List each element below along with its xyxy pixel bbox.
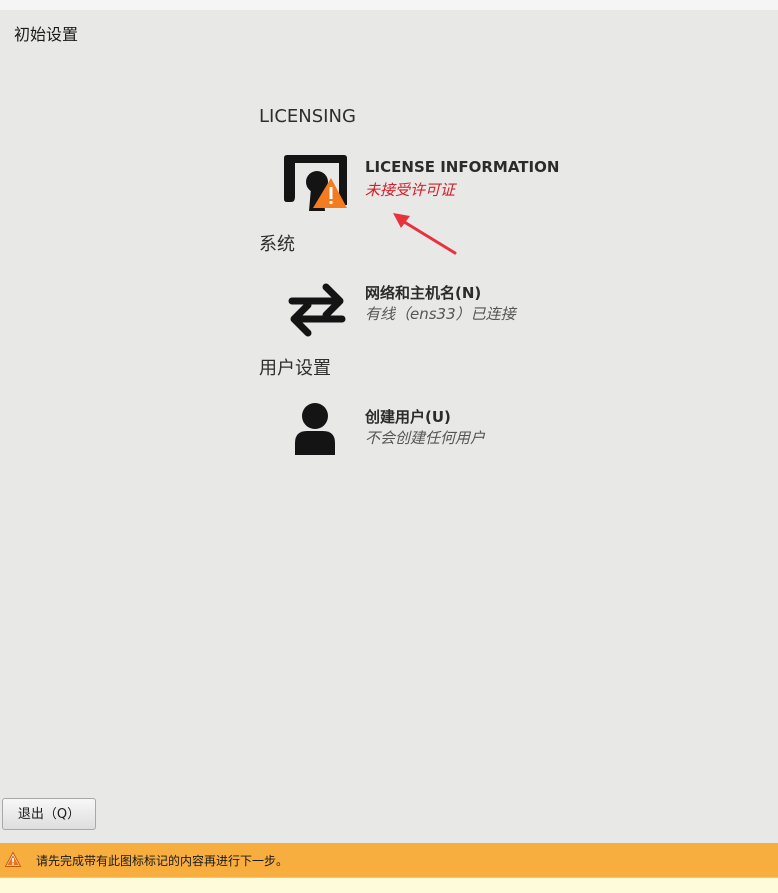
spoke-create-user[interactable]: 创建用户(U) 不会创建任何用户: [284, 403, 624, 465]
quit-button[interactable]: 退出（Q）: [2, 798, 96, 830]
spoke-network-hostname[interactable]: 网络和主机名(N) 有线（ens33）已连接: [284, 279, 624, 341]
network-arrows-icon: [288, 283, 346, 337]
section-title-user-settings: 用户设置: [259, 358, 331, 379]
license-warning-icon: [284, 155, 347, 211]
initial-setup-window: 初始设置 LICENSING LICENSE INFORMATION 未接受许可…: [0, 10, 778, 843]
top-strip: [0, 0, 778, 10]
spoke-title-license: LICENSE INFORMATION: [365, 158, 560, 176]
section-title-licensing: LICENSING: [259, 106, 356, 127]
infobar-message: 请先完成带有此图标标记的内容再进行下一步。: [36, 854, 289, 868]
user-icon: [295, 403, 335, 455]
window-title: 初始设置: [14, 25, 79, 44]
spoke-status-network: 有线（ens33）已连接: [365, 305, 516, 323]
bottom-strip: [0, 877, 778, 893]
section-title-system: 系统: [259, 234, 295, 255]
spoke-status-user: 不会创建任何用户: [365, 429, 486, 447]
warning-infobar: 请先完成带有此图标标记的内容再进行下一步。: [0, 843, 778, 877]
warning-icon: [5, 852, 21, 867]
annotation-arrow-icon: [393, 213, 457, 255]
spoke-license-information[interactable]: LICENSE INFORMATION 未接受许可证: [284, 155, 624, 217]
spoke-title-user: 创建用户(U): [365, 408, 451, 426]
spoke-title-network: 网络和主机名(N): [365, 284, 482, 302]
spoke-status-license: 未接受许可证: [365, 181, 456, 199]
